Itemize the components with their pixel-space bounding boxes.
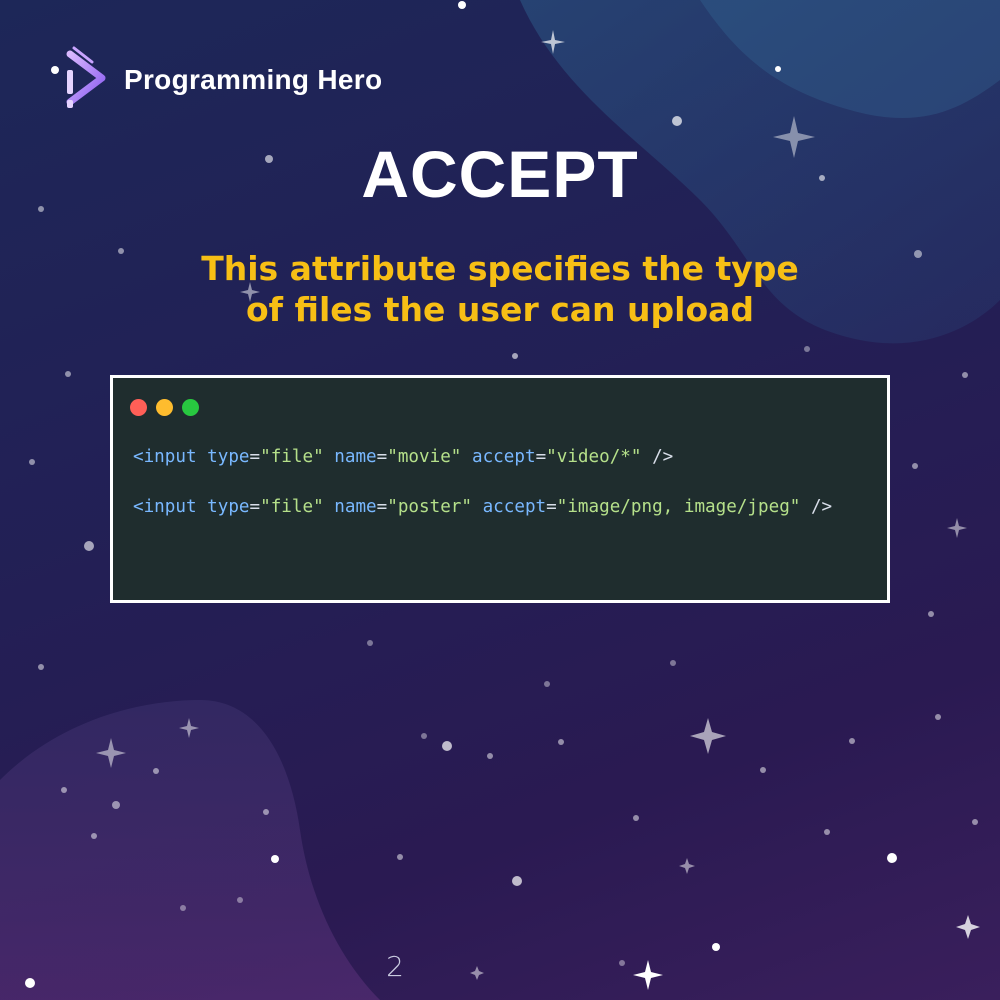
subtitle-line: of files the user can upload bbox=[245, 290, 755, 329]
code-attribute: accept bbox=[482, 497, 547, 517]
code-attribute: accept bbox=[472, 447, 536, 467]
code-punct: = bbox=[546, 497, 557, 517]
slide-subtitle: This attribute specifies the type of fil… bbox=[100, 248, 900, 330]
code-punct: = bbox=[249, 447, 261, 467]
code-string: "movie" bbox=[387, 447, 462, 467]
code-attribute: type bbox=[207, 497, 250, 517]
code-attribute: type bbox=[207, 447, 250, 467]
bottom-left-wave bbox=[0, 700, 380, 1000]
code-tag: <input bbox=[133, 447, 197, 467]
code-window: <input type="file" name="movie" accept="… bbox=[110, 375, 890, 603]
code-string: "video/*" bbox=[546, 447, 642, 467]
code-string: "poster" bbox=[387, 497, 472, 517]
minimize-dot-icon bbox=[156, 399, 173, 416]
sparkle-icon bbox=[690, 718, 726, 754]
sparkle-icon bbox=[679, 858, 695, 874]
slide-title: ACCEPT bbox=[361, 137, 639, 211]
code-punct: = bbox=[376, 497, 388, 517]
brand-header: Programming Hero bbox=[52, 44, 382, 116]
code-line-1: <input type="file" name="movie" accept="… bbox=[133, 447, 673, 467]
code-string: "file" bbox=[260, 497, 324, 517]
code-punct: = bbox=[535, 447, 547, 467]
maximize-dot-icon bbox=[182, 399, 199, 416]
page-number: 2 bbox=[386, 950, 404, 983]
sparkle-icon bbox=[947, 518, 967, 538]
code-attribute: name bbox=[334, 497, 377, 517]
close-dot-icon bbox=[130, 399, 147, 416]
subtitle-line: This attribute specifies the type bbox=[201, 249, 799, 288]
code-tag-close: /> bbox=[652, 447, 674, 467]
sparkle-icon bbox=[470, 966, 484, 980]
code-line-2: <input type="file" name="poster" accept=… bbox=[133, 497, 832, 517]
code-string: "image/png, image/jpeg" bbox=[556, 497, 801, 517]
sparkle-icon bbox=[633, 960, 663, 990]
brand-name: Programming Hero bbox=[124, 64, 383, 95]
code-punct: = bbox=[249, 497, 261, 517]
code-string: "file" bbox=[260, 447, 324, 467]
code-attribute: name bbox=[334, 447, 377, 467]
code-punct: = bbox=[376, 447, 388, 467]
code-tag: <input bbox=[133, 497, 197, 517]
sparkle-icon bbox=[956, 915, 980, 939]
window-controls bbox=[130, 399, 199, 416]
programming-hero-logo-icon bbox=[66, 46, 106, 108]
code-tag-close: /> bbox=[810, 497, 833, 517]
